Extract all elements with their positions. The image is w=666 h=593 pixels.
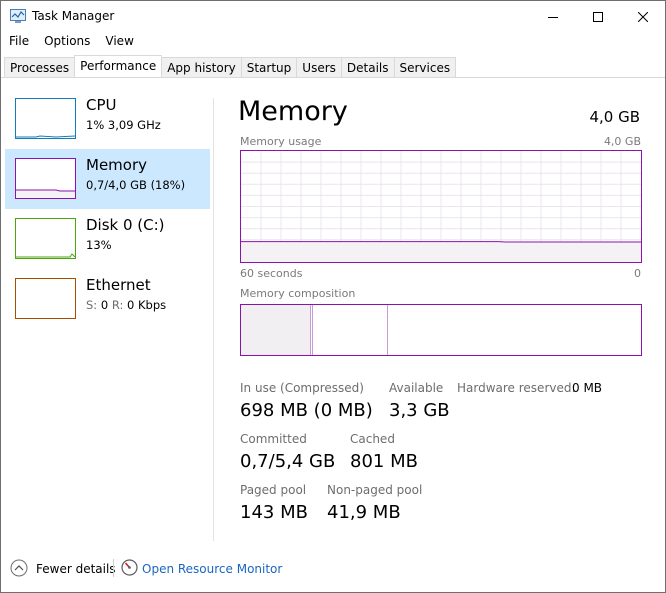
sidebar-item-detail: 1% 3,09 GHz: [86, 118, 161, 132]
menu-view[interactable]: View: [97, 32, 140, 52]
paged-pool-value: 143 MB: [240, 502, 308, 523]
close-button[interactable]: [620, 1, 665, 32]
resource-monitor-icon[interactable]: [121, 559, 138, 576]
tab-processes[interactable]: Processes: [4, 57, 76, 77]
sidebar-item-detail: 13%: [86, 238, 112, 252]
open-resource-monitor-link[interactable]: Open Resource Monitor: [142, 562, 282, 576]
memory-composition-label: Memory composition: [240, 287, 356, 300]
window-title: Task Manager: [32, 9, 115, 23]
footer-separator: [113, 559, 114, 577]
title-bar: Task Manager: [1, 1, 665, 32]
composition-in-use: [241, 305, 311, 355]
committed-value: 0,7/5,4 GB: [240, 451, 336, 472]
sidebar-item-memory[interactable]: Memory 0,7/4,0 GB (18%): [5, 149, 210, 209]
maximize-button[interactable]: [575, 1, 620, 32]
chevron-up-icon[interactable]: [10, 559, 28, 577]
committed-label: Committed: [240, 432, 307, 446]
memory-usage-area: [241, 241, 641, 262]
performance-sidebar: CPU 1% 3,09 GHz Memory 0,7/4,0 GB (18%) …: [5, 89, 211, 329]
hardware-reserved-label: Hardware reserved:: [457, 381, 576, 395]
available-value: 3,3 GB: [389, 400, 450, 421]
tab-strip: Processes Performance App history Startu…: [4, 55, 457, 77]
sidebar-item-label: Disk 0 (C:): [86, 216, 165, 234]
in-use-value: 698 MB (0 MB): [240, 400, 373, 421]
minimize-icon: [547, 16, 558, 18]
memory-usage-max: 4,0 GB: [603, 135, 641, 148]
cpu-mini-graph: [16, 135, 75, 138]
cached-value: 801 MB: [350, 451, 418, 472]
tab-startup[interactable]: Startup: [240, 57, 298, 77]
sidebar-item-label: Memory: [86, 156, 148, 174]
receive-value: 0 Kbps: [127, 298, 167, 312]
time-end-label: 0: [634, 267, 641, 280]
memory-composition-bar: [240, 304, 642, 356]
tab-divider: [1, 77, 665, 78]
non-paged-pool-value: 41,9 MB: [327, 502, 401, 523]
memory-mini-graph: [16, 189, 75, 198]
sidebar-item-label: CPU: [86, 96, 117, 114]
memory-total: 4,0 GB: [589, 108, 640, 126]
sidebar-item-cpu[interactable]: CPU 1% 3,09 GHz: [5, 89, 210, 149]
close-icon: [637, 11, 648, 22]
receive-label: R:: [111, 298, 124, 312]
maximize-icon: [592, 11, 603, 22]
pane-divider: [213, 98, 214, 541]
send-label: S:: [86, 298, 98, 312]
tab-users[interactable]: Users: [296, 57, 342, 77]
disk-mini-graph: [16, 253, 75, 258]
task-manager-icon: [10, 9, 26, 23]
memory-usage-plot: [241, 151, 641, 262]
cached-label: Cached: [350, 432, 395, 446]
minimize-button[interactable]: [530, 1, 575, 32]
sidebar-item-detail: 0,7/4,0 GB (18%): [86, 178, 186, 192]
footer-divider: [1, 543, 665, 544]
memory-usage-label: Memory usage: [240, 135, 322, 148]
disk-thumbnail: [15, 218, 76, 259]
memory-usage-graph: [240, 150, 642, 263]
composition-free: [389, 305, 641, 355]
sidebar-item-disk[interactable]: Disk 0 (C:) 13%: [5, 209, 210, 269]
tab-services[interactable]: Services: [393, 57, 457, 77]
available-label: Available: [389, 381, 444, 395]
menu-file[interactable]: File: [1, 32, 36, 52]
composition-standby: [313, 305, 388, 355]
hardware-reserved-value: 0 MB: [572, 381, 603, 395]
task-manager-window: Task Manager File Options View Processes…: [0, 0, 666, 593]
tab-details[interactable]: Details: [340, 57, 395, 77]
send-value: 0: [100, 298, 109, 312]
in-use-label: In use (Compressed): [240, 381, 364, 395]
tab-performance[interactable]: Performance: [74, 55, 163, 77]
menu-options[interactable]: Options: [36, 32, 97, 52]
ethernet-thumbnail: [15, 278, 76, 319]
fewer-details-button[interactable]: Fewer details: [36, 562, 116, 576]
memory-thumbnail: [15, 158, 76, 199]
paged-pool-label: Paged pool: [240, 483, 307, 497]
tab-app-history[interactable]: App history: [161, 57, 242, 77]
time-span-label: 60 seconds: [240, 267, 303, 280]
page-title: Memory: [238, 96, 348, 127]
sidebar-item-detail: S: 0 R: 0 Kbps: [86, 298, 166, 312]
cpu-thumbnail: [15, 98, 76, 139]
sidebar-item-ethernet[interactable]: Ethernet S: 0 R: 0 Kbps: [5, 269, 210, 329]
menu-bar: File Options View: [1, 32, 141, 52]
sidebar-item-label: Ethernet: [86, 276, 151, 294]
non-paged-pool-label: Non-paged pool: [327, 483, 423, 497]
